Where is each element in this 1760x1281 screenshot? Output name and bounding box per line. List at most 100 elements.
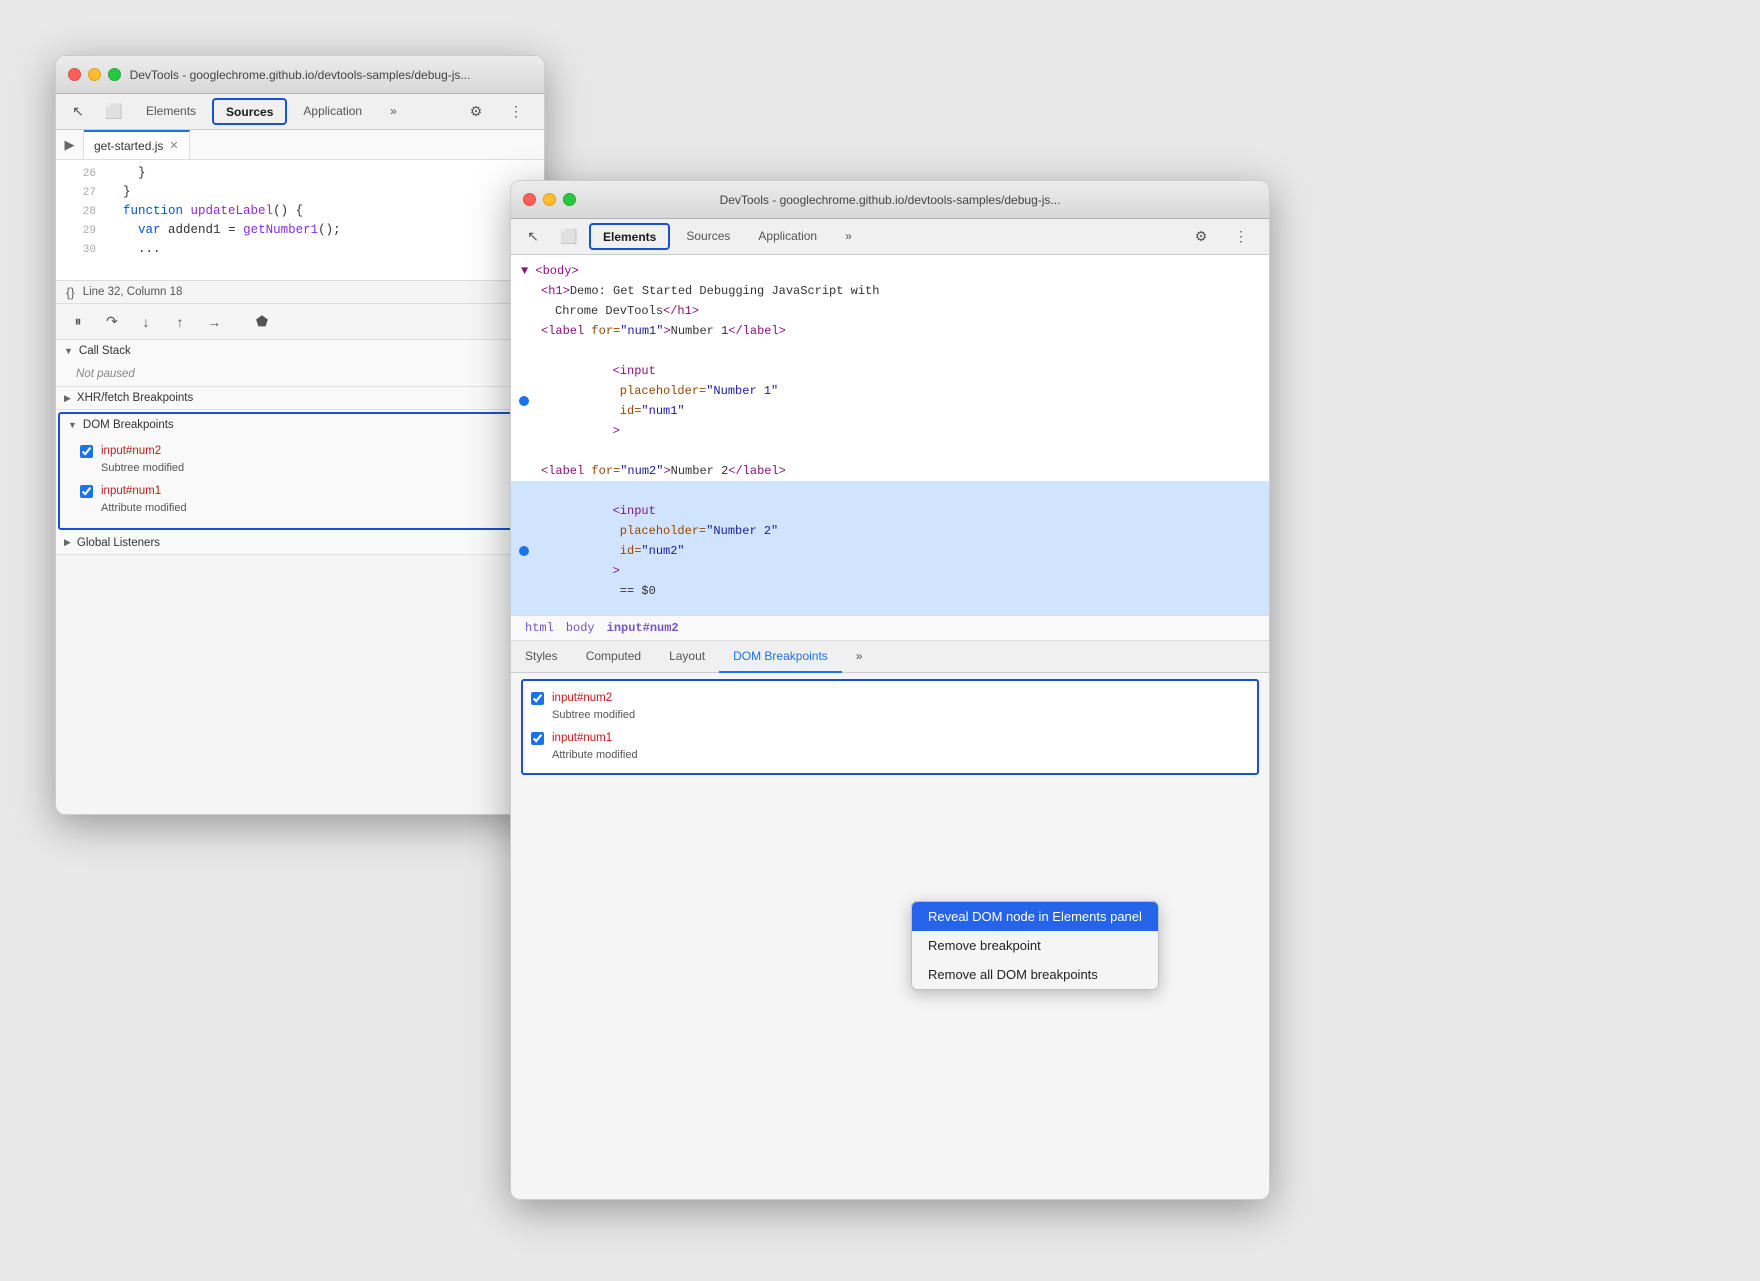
dom-bp-checkbox-num1[interactable] [80, 485, 93, 498]
elem-input-num1[interactable]: <input placeholder="Number 1" id="num1" … [511, 341, 1269, 461]
code-line-29: 29 var addend1 = getNumber1(); [56, 221, 544, 240]
tab-dom-breakpoints[interactable]: DOM Breakpoints [719, 641, 842, 673]
more-icon-1[interactable]: ⋮ [500, 103, 532, 120]
device-icon-btn-2[interactable]: ⬜ [553, 221, 585, 252]
elem-h1-line1[interactable]: <h1>Demo: Get Started Debugging JavaScri… [511, 281, 1269, 301]
tab-application-1[interactable]: Application [289, 94, 376, 130]
dom-bp-item-num2-w2: input#num2 Subtree modified [531, 687, 1249, 727]
dom-dot-num1 [519, 396, 529, 406]
code-line-26: 26 } [56, 164, 544, 183]
tabbar-1: ↖ ⬜ Elements Sources Application » ⚙ ⋮ [56, 94, 544, 130]
tab-sources-1[interactable]: Sources [212, 98, 287, 125]
maximize-button-2[interactable] [563, 193, 576, 206]
tab-elements-2[interactable]: Elements [589, 223, 670, 250]
call-stack-empty: Not paused [56, 362, 544, 386]
dom-bp-item-num1: input#num1 Attribute modified [80, 480, 532, 520]
tab-application-2[interactable]: Application [744, 219, 831, 255]
context-menu: Reveal DOM node in Elements panel Remove… [911, 901, 1159, 990]
traffic-lights-1 [68, 68, 121, 81]
bottom-tabs: Styles Computed Layout DOM Breakpoints » [511, 641, 1269, 673]
tab-styles[interactable]: Styles [511, 641, 572, 673]
traffic-lights-2 [523, 193, 576, 206]
xhr-chevron: ▶ [64, 393, 71, 404]
deactivate-breakpoints-btn[interactable]: ⬟ [248, 310, 276, 334]
tab-layout[interactable]: Layout [655, 641, 719, 673]
elem-h1-line2[interactable]: Chrome DevTools</h1> [511, 301, 1269, 321]
context-menu-reveal[interactable]: Reveal DOM node in Elements panel [912, 902, 1158, 931]
dom-breakpoints-section-1: ▼ DOM Breakpoints input#num2 Subtree mod… [58, 412, 542, 530]
pause-btn[interactable]: ⏸ [64, 310, 92, 334]
titlebar-2: DevTools - googlechrome.github.io/devtoo… [511, 181, 1269, 219]
global-listeners-chevron: ▶ [64, 537, 71, 548]
tab-more-2[interactable]: » [831, 219, 866, 255]
status-bar-1: {} Line 32, Column 18 [56, 280, 544, 304]
elem-input-num2[interactable]: <input placeholder="Number 2" id="num2" … [511, 481, 1269, 615]
minimize-button-2[interactable] [543, 193, 556, 206]
dom-dot-num2 [519, 546, 529, 556]
device-icon-btn[interactable]: ⬜ [98, 96, 130, 127]
xhr-header[interactable]: ▶ XHR/fetch Breakpoints [56, 387, 544, 409]
breadcrumb-body[interactable]: body [562, 621, 599, 635]
dom-bp-checkbox-num2[interactable] [80, 445, 93, 458]
gear-icon-1[interactable]: ⚙ [460, 103, 492, 120]
minimize-button-1[interactable] [88, 68, 101, 81]
dom-bp-item-num1-w2: input#num1 Attribute modified [531, 727, 1249, 767]
xhr-section: ▶ XHR/fetch Breakpoints [56, 387, 544, 410]
sidebar-panel-1: ▼ Call Stack Not paused ▶ XHR/fetch Brea… [56, 340, 544, 555]
file-tab-getstarted[interactable]: get-started.js ✕ [84, 130, 190, 159]
dom-bp-text-num1-w2: input#num1 Attribute modified [552, 730, 638, 764]
step-out-btn[interactable]: ↑ [166, 310, 194, 334]
tab-more-1[interactable]: » [376, 94, 411, 130]
maximize-button-1[interactable] [108, 68, 121, 81]
dom-bp-checkbox-num2-w2[interactable] [531, 692, 544, 705]
breadcrumb-html[interactable]: html [521, 621, 558, 635]
dom-bp-text-num1: input#num1 Attribute modified [101, 483, 187, 517]
tabbar-2: ↖ ⬜ Elements Sources Application » ⚙ ⋮ [511, 219, 1269, 255]
step-into-btn[interactable]: ↓ [132, 310, 160, 334]
breadcrumb-input-num2[interactable]: input#num2 [603, 621, 683, 635]
dom-bp-chevron: ▼ [68, 420, 77, 430]
code-line-27: 27 } [56, 183, 544, 202]
elements-content: ▼ <body> <h1>Demo: Get Started Debugging… [511, 255, 1269, 615]
braces-icon: {} [66, 285, 75, 300]
elem-body[interactable]: ▼ <body> [511, 261, 1269, 281]
devtools-window-2: DevTools - googlechrome.github.io/devtoo… [510, 180, 1270, 1200]
step-over-btn[interactable]: ↷ [98, 310, 126, 334]
dom-bp-item-num2: input#num2 Subtree modified [80, 440, 532, 480]
dom-breakpoints-section-2: input#num2 Subtree modified input#num1 A… [521, 679, 1259, 775]
file-tabs-1: ▶ get-started.js ✕ [56, 130, 544, 160]
tab-more-bottom[interactable]: » [842, 641, 877, 673]
close-button-1[interactable] [68, 68, 81, 81]
call-stack-section: ▼ Call Stack Not paused [56, 340, 544, 387]
gear-area-1: ⚙ ⋮ [452, 94, 540, 129]
devtools-window-1: DevTools - googlechrome.github.io/devtoo… [55, 55, 545, 815]
window-title-1: DevTools - googlechrome.github.io/devtoo… [130, 68, 471, 82]
cursor-icon-btn[interactable]: ↖ [62, 96, 94, 127]
file-nav-icon[interactable]: ▶ [56, 130, 84, 159]
context-menu-remove-bp[interactable]: Remove breakpoint [912, 931, 1158, 960]
gear-area-2: ⚙ ⋮ [1177, 219, 1265, 254]
dom-bp-text-num2-w2: input#num2 Subtree modified [552, 690, 635, 724]
tab-sources-2[interactable]: Sources [672, 219, 744, 255]
file-tab-close[interactable]: ✕ [169, 139, 178, 152]
dom-breakpoints-header-1[interactable]: ▼ DOM Breakpoints [60, 414, 540, 436]
titlebar-1: DevTools - googlechrome.github.io/devtoo… [56, 56, 544, 94]
global-listeners-header[interactable]: ▶ Global Listeners [56, 532, 544, 554]
code-area-1: 26 } 27 } 28 function updateLabel() { 29… [56, 160, 544, 280]
close-button-2[interactable] [523, 193, 536, 206]
code-line-28: 28 function updateLabel() { [56, 202, 544, 221]
call-stack-header[interactable]: ▼ Call Stack [56, 340, 544, 362]
dom-bp-checkbox-num1-w2[interactable] [531, 732, 544, 745]
more-icon-2[interactable]: ⋮ [1225, 228, 1257, 245]
resume-btn[interactable]: → [200, 310, 228, 334]
elem-label-num1[interactable]: <label for="num1" > Number 1 </label> [511, 321, 1269, 341]
context-menu-remove-all[interactable]: Remove all DOM breakpoints [912, 960, 1158, 989]
cursor-icon-btn-2[interactable]: ↖ [517, 221, 549, 252]
tab-computed[interactable]: Computed [572, 641, 655, 673]
dom-breakpoints-list-1: input#num2 Subtree modified input#num1 A… [60, 436, 540, 528]
dom-bp-text-num2: input#num2 Subtree modified [101, 443, 184, 477]
elem-label-num2[interactable]: <label for="num2" > Number 2 </label> [511, 461, 1269, 481]
code-line-30: 30 ... [56, 240, 544, 259]
gear-icon-2[interactable]: ⚙ [1185, 228, 1217, 245]
tab-elements-1[interactable]: Elements [132, 94, 210, 130]
